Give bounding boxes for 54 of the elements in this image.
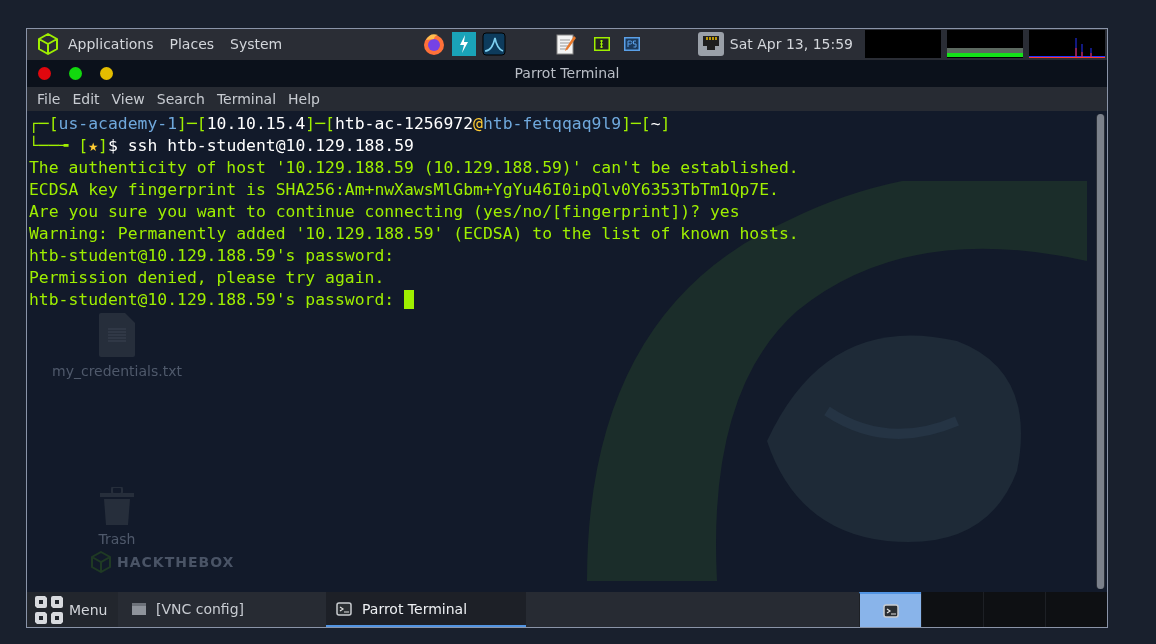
firefox-icon[interactable] bbox=[422, 32, 447, 57]
prompt-text: htb-ac-1256972 bbox=[334, 113, 474, 133]
panel-menu[interactable]: System bbox=[222, 36, 291, 53]
prompt-text: us-academy-1 bbox=[58, 113, 178, 133]
clock[interactable]: Sat Apr 13, 15:59 bbox=[729, 36, 853, 53]
menu-item[interactable]: Edit bbox=[66, 90, 106, 107]
output-line: htb-student@10.129.188.59's password: bbox=[29, 244, 396, 267]
prompt-text: @ bbox=[473, 113, 483, 133]
prompt-text: ]─[ bbox=[177, 113, 207, 133]
prompt-text: ] bbox=[660, 113, 671, 133]
terminal-area[interactable] bbox=[27, 110, 1107, 593]
close-button[interactable] bbox=[38, 66, 51, 80]
command-text: ★ bbox=[88, 135, 99, 155]
window-title: Parrot Terminal bbox=[514, 65, 620, 82]
maximize-button[interactable] bbox=[69, 66, 82, 80]
prompt-text: ┌─[ bbox=[29, 113, 59, 133]
menu-item[interactable]: File bbox=[31, 90, 67, 107]
output-line: The authenticity of host '10.129.188.59 (10.129.188.59)' can't be established. bbox=[29, 156, 799, 179]
fin-icon[interactable] bbox=[482, 32, 507, 57]
panel-menu[interactable]: Applications bbox=[60, 36, 162, 53]
prompt-text: ]─[ bbox=[305, 113, 335, 133]
prompt-text: 10.10.15.4 bbox=[206, 113, 306, 133]
command-text: [ bbox=[78, 135, 89, 155]
command-text: $ ssh htb-student@10.129.188.59 bbox=[107, 135, 414, 155]
cube-icon[interactable] bbox=[36, 32, 60, 57]
menu-item[interactable]: Search bbox=[150, 90, 211, 107]
output-line: htb-student@10.129.188.59's password: bbox=[29, 289, 396, 309]
logo-text: HACKTHEBOX bbox=[117, 553, 235, 570]
prompt-text: htb-fetqqaq9l9 bbox=[482, 113, 622, 133]
command-text: └──╼ bbox=[29, 135, 70, 155]
lightning-icon[interactable] bbox=[452, 32, 477, 57]
grid-icon bbox=[35, 595, 63, 624]
prompt-text: ]─[ bbox=[621, 113, 651, 133]
output-line: Permission denied, please try again. bbox=[29, 266, 386, 289]
powershell-icon[interactable] bbox=[624, 37, 641, 52]
window-icon bbox=[132, 602, 146, 615]
output-line: Warning: Permanently added '10.129.188.59' (ECDSA) to the list of known hosts. bbox=[29, 222, 799, 245]
network-icon[interactable] bbox=[697, 32, 724, 57]
menu-item[interactable]: View bbox=[105, 90, 151, 107]
output-line: Are you sure you want to continue connecting (yes/no/[fingerprint])? yes bbox=[29, 200, 741, 223]
text-cursor bbox=[404, 289, 414, 309]
minimize-button[interactable] bbox=[100, 66, 113, 80]
workspace-button[interactable] bbox=[859, 592, 921, 627]
output-line: ECDSA key fingerprint is SHA256:Am+nwXawsMlGbm+YgYu46I0ipQlv0Y6353TbTm1Qp7E. bbox=[29, 178, 780, 201]
prompt-text: ~ bbox=[650, 113, 661, 133]
menu-button[interactable]: Menu bbox=[27, 592, 118, 627]
cube-logo-icon bbox=[91, 550, 111, 573]
menu-item[interactable]: Terminal bbox=[210, 90, 283, 107]
menu-item[interactable]: Help bbox=[282, 90, 326, 107]
taskbar-task[interactable]: Parrot Terminal bbox=[326, 592, 526, 627]
scrollbar[interactable] bbox=[1096, 113, 1105, 590]
command-text: ] bbox=[98, 135, 108, 155]
panel-menu[interactable]: Places bbox=[161, 36, 223, 53]
notepad-icon[interactable] bbox=[554, 32, 579, 57]
